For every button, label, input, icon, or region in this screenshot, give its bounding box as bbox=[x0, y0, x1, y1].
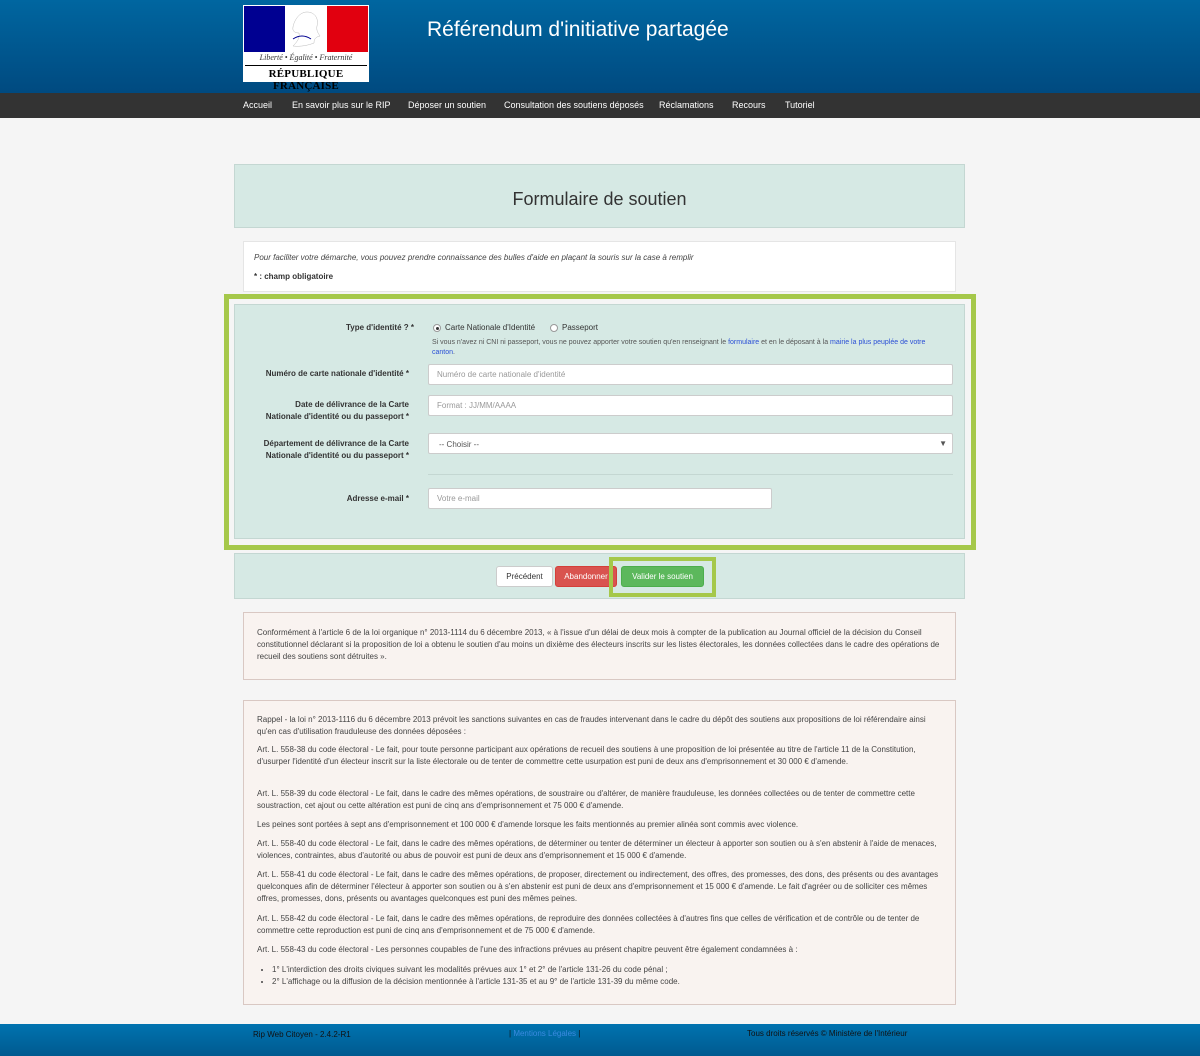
identity-help-text: Si vous n'avez ni CNI ni passeport, vous… bbox=[432, 339, 926, 356]
sanction-558-41: Art. L. 558-41 du code électoral - Le fa… bbox=[257, 870, 939, 903]
form-divider bbox=[428, 474, 953, 475]
republique-francaise-logo[interactable]: Liberté • Égalité • Fraternité RÉPUBLIQU… bbox=[243, 5, 369, 92]
card-number-label: Numéro de carte nationale d'identité * bbox=[265, 369, 409, 378]
formulaire-link[interactable]: formulaire bbox=[728, 339, 759, 346]
previous-button[interactable]: Précédent bbox=[496, 566, 553, 587]
abort-button[interactable]: Abandonner bbox=[555, 566, 617, 587]
mentions-legales-link[interactable]: Mentions Légales bbox=[513, 1029, 576, 1038]
app-version: Rip Web Citoyen - 2.4.2-R1 bbox=[253, 1030, 351, 1039]
help-instruction: Pour faciliter votre démarche, vous pouv… bbox=[254, 253, 694, 262]
site-footer: Rip Web Citoyen - 2.4.2-R1 | Mentions Lé… bbox=[0, 1024, 1200, 1056]
nav-item-en-savoir-plus[interactable]: En savoir plus sur le RIP bbox=[292, 100, 391, 110]
info-box: Pour faciliter votre démarche, vous pouv… bbox=[243, 241, 956, 292]
nav-item-reclamations[interactable]: Réclamations bbox=[659, 100, 714, 110]
sanction-558-39: Art. L. 558-39 du code électoral - Le fa… bbox=[257, 789, 915, 810]
radio-cni-label[interactable]: Carte Nationale d'Identité bbox=[445, 323, 535, 332]
logo-motto: Liberté • Égalité • Fraternité bbox=[259, 53, 353, 62]
nav-item-recours[interactable]: Recours bbox=[732, 100, 766, 110]
sanction-558-43: Art. L. 558-43 du code électoral - Les p… bbox=[257, 945, 798, 954]
required-note: * : champ obligatoire bbox=[254, 272, 334, 281]
sanctions-intro: Rappel - la loi n° 2013-1116 du 6 décemb… bbox=[257, 715, 926, 736]
list-item: 2° L'affichage ou la diffusion de la déc… bbox=[272, 976, 942, 988]
sanction-aggravation: Les peines sont portées à sept ans d'emp… bbox=[257, 820, 799, 829]
main-nav: Accueil En savoir plus sur le RIP Dépose… bbox=[0, 93, 1200, 118]
page-title-panel: Formulaire de soutien bbox=[234, 164, 965, 228]
legal-notice-box: Conformément à l'article 6 de la loi org… bbox=[243, 612, 956, 680]
logo-divider bbox=[245, 65, 367, 66]
nav-item-accueil[interactable]: Accueil bbox=[243, 100, 272, 110]
list-item: 1° L'interdiction des droits civiques su… bbox=[272, 964, 942, 976]
site-title: Référendum d'initiative partagée bbox=[427, 18, 729, 41]
nav-item-tutoriel[interactable]: Tutoriel bbox=[785, 100, 815, 110]
department-select[interactable]: -- Choisir -- ▼ bbox=[428, 433, 953, 454]
department-selected-value: -- Choisir -- bbox=[439, 440, 479, 449]
sanctions-box: Rappel - la loi n° 2013-1116 du 6 décemb… bbox=[243, 700, 956, 1005]
sanctions-list: 1° L'interdiction des droits civiques su… bbox=[272, 964, 942, 988]
footer-links: | Mentions Légales | bbox=[509, 1029, 581, 1038]
radio-passeport[interactable] bbox=[550, 324, 558, 332]
email-input[interactable] bbox=[428, 488, 772, 509]
page-title: Formulaire de soutien bbox=[512, 189, 687, 209]
legal-notice-text: Conformément à l'article 6 de la loi org… bbox=[257, 628, 940, 661]
radio-cni[interactable] bbox=[433, 324, 441, 332]
identity-type-label: Type d'identité ? * bbox=[345, 323, 414, 332]
sanction-558-42: Art. L. 558-42 du code électoral - Le fa… bbox=[257, 914, 920, 935]
radio-passeport-label[interactable]: Passeport bbox=[562, 323, 598, 332]
validate-button-highlight bbox=[609, 557, 716, 597]
department-label: Département de délivrance de la Carte Nat… bbox=[263, 439, 409, 460]
email-label: Adresse e-mail * bbox=[346, 494, 409, 503]
logo-republic-text: RÉPUBLIQUE FRANÇAISE bbox=[268, 68, 344, 92]
sanction-558-40: Art. L. 558-40 du code électoral - Le fa… bbox=[257, 839, 937, 860]
sanction-558-38: Art. L. 558-38 du code électoral - Le fa… bbox=[257, 745, 916, 766]
nav-item-deposer-soutien[interactable]: Déposer un soutien bbox=[408, 100, 486, 110]
issue-date-input[interactable] bbox=[428, 395, 953, 416]
issue-date-label: Date de délivrance de la Carte Nationale … bbox=[265, 400, 409, 421]
site-header: Liberté • Égalité • Fraternité RÉPUBLIQU… bbox=[0, 0, 1200, 93]
nav-item-consultation[interactable]: Consultation des soutiens déposés bbox=[504, 100, 644, 110]
marianne-icon bbox=[292, 11, 321, 47]
caret-down-icon: ▼ bbox=[939, 439, 947, 448]
card-number-input[interactable] bbox=[428, 364, 953, 385]
footer-rights: Tous droits réservés © Ministère de l'In… bbox=[747, 1029, 908, 1038]
